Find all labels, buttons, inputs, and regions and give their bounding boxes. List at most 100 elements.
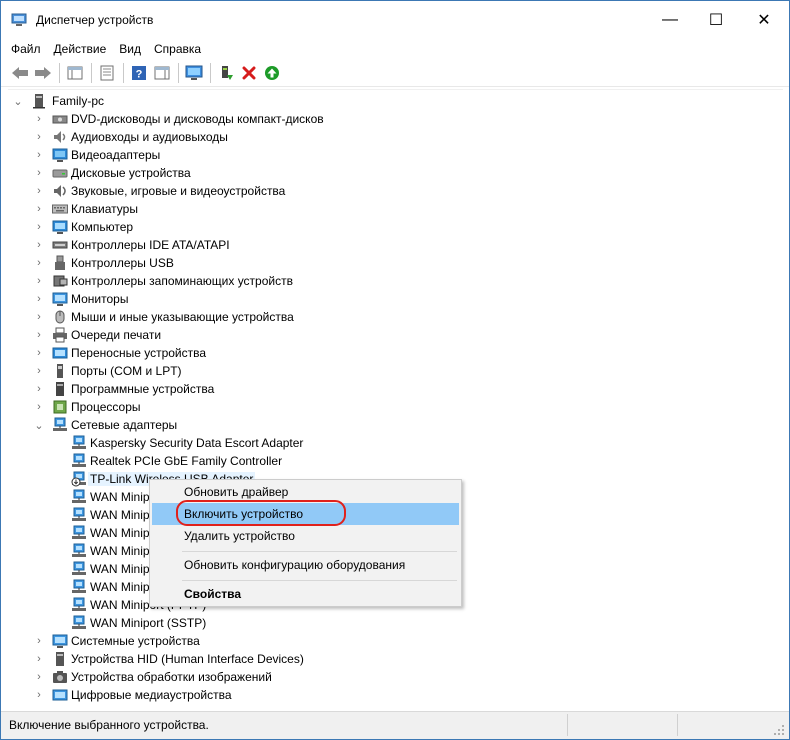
disable-device-button[interactable]: [238, 62, 260, 84]
expand-chevron-icon[interactable]: ›: [33, 326, 45, 344]
system-devices-icon: [52, 634, 68, 648]
minimize-button[interactable]: —: [647, 1, 693, 39]
expand-chevron-icon[interactable]: ›: [33, 290, 45, 308]
help-icon: ?: [132, 65, 146, 80]
tree-category-label: Цифровые медиаустройства: [71, 688, 232, 702]
tree-category-software-devices[interactable]: › Программные устройства: [8, 380, 408, 398]
tree-category-label: Устройства HID (Human Interface Devices): [71, 652, 304, 666]
expand-chevron-icon[interactable]: ›: [33, 236, 45, 254]
expand-chevron-icon[interactable]: ›: [33, 308, 45, 326]
scan-hardware-button[interactable]: [183, 62, 205, 84]
network-adapter-icon: [72, 507, 86, 521]
tree-category-keyboards[interactable]: › Клавиатуры: [8, 200, 408, 218]
tree-category-monitors[interactable]: › Мониторы: [8, 290, 408, 308]
menu-view[interactable]: Вид: [119, 42, 141, 56]
back-button[interactable]: [9, 62, 31, 84]
expand-chevron-icon[interactable]: ›: [33, 146, 45, 164]
toolbar-separator: [123, 62, 124, 83]
tree-category-label: Мыши и иные указывающие устройства: [71, 310, 294, 324]
tree-category-ports[interactable]: › Порты (COM и LPT): [8, 362, 408, 380]
tree-category-ide-controllers[interactable]: › Контроллеры IDE ATA/ATAPI: [8, 236, 408, 254]
tree-device-kaspersky-adapter[interactable]: Kaspersky Security Data Escort Adapter: [8, 434, 408, 452]
tree-category-computer[interactable]: › Компьютер: [8, 218, 408, 236]
tree-category-audio-io[interactable]: › Аудиовходы и аудиовыходы: [8, 128, 408, 146]
tree-device-label: WAN Miniport (SSTP): [90, 616, 207, 630]
collapse-chevron-icon[interactable]: ⌄: [12, 92, 24, 110]
keyboard-icon: [52, 204, 68, 214]
network-adapter-icon: [72, 561, 86, 575]
expand-chevron-icon[interactable]: ›: [33, 200, 45, 218]
tree-device-label: WAN Minip: [90, 508, 150, 522]
tree-category-label: Клавиатуры: [71, 202, 138, 216]
tree-category-portable-devices[interactable]: › Переносные устройства: [8, 344, 408, 362]
context-menu-properties[interactable]: Свойства: [152, 583, 459, 605]
status-text: Включение выбранного устройства.: [9, 718, 209, 732]
toolbar-separator: [59, 62, 60, 83]
context-menu-scan-hardware[interactable]: Обновить конфигурацию оборудования: [152, 554, 459, 576]
tree-category-disk-drives[interactable]: › Дисковые устройства: [8, 164, 408, 182]
expand-chevron-icon[interactable]: ›: [33, 128, 45, 146]
properties-button[interactable]: [96, 62, 118, 84]
expand-chevron-icon[interactable]: ›: [33, 164, 45, 182]
expand-chevron-icon[interactable]: ›: [33, 632, 45, 650]
maximize-button[interactable]: ☐: [693, 1, 739, 39]
toolbar: ?: [1, 59, 789, 87]
tree-device-wan-miniport-sstp[interactable]: WAN Miniport (SSTP): [8, 614, 408, 632]
tree-category-imaging-devices[interactable]: › Устройства обработки изображений: [8, 668, 408, 686]
tree-device-realtek-controller[interactable]: Realtek PCIe GbE Family Controller: [8, 452, 408, 470]
context-menu-label: Обновить конфигурацию оборудования: [184, 558, 406, 572]
menu-help[interactable]: Справка: [154, 42, 201, 56]
update-driver-button[interactable]: [215, 62, 237, 84]
resize-grip-icon[interactable]: [773, 724, 785, 736]
tree-category-label: Системные устройства: [71, 634, 200, 648]
portable-device-icon: [52, 347, 68, 359]
disk-drive-icon: [52, 169, 68, 178]
expand-chevron-icon[interactable]: ›: [33, 110, 45, 128]
forward-button[interactable]: [32, 62, 54, 84]
tree-category-network-adapters[interactable]: ⌄ Сетевые адаптеры: [8, 416, 408, 434]
tree-category-sound-devices[interactable]: › Звуковые, игровые и видеоустройства: [8, 182, 408, 200]
tree-category-print-queues[interactable]: › Очереди печати: [8, 326, 408, 344]
back-icon: [12, 66, 28, 79]
tree-root[interactable]: ⌄ Family-pc: [8, 92, 208, 110]
enable-device-button[interactable]: [261, 62, 283, 84]
context-menu-separator: [182, 580, 457, 581]
help-button[interactable]: ?: [128, 62, 150, 84]
dvd-drive-icon: [52, 115, 68, 124]
expand-chevron-icon[interactable]: ›: [33, 686, 45, 704]
media-device-icon: [52, 689, 68, 701]
console-tree-button[interactable]: [64, 62, 86, 84]
expand-chevron-icon[interactable]: ›: [33, 272, 45, 290]
expand-chevron-icon[interactable]: ›: [33, 254, 45, 272]
expand-chevron-icon[interactable]: ›: [33, 182, 45, 200]
tree-category-mice[interactable]: › Мыши и иные указывающие устройства: [8, 308, 408, 326]
tree-category-label: Порты (COM и LPT): [71, 364, 182, 378]
expand-chevron-icon[interactable]: ›: [33, 218, 45, 236]
tree-category-system-devices[interactable]: › Системные устройства: [8, 632, 408, 650]
menu-file[interactable]: Файл: [11, 42, 41, 56]
port-icon: [57, 364, 63, 378]
disable-device-icon: [242, 66, 256, 79]
tree-category-processors[interactable]: › Процессоры: [8, 398, 408, 416]
tree-category-usb-controllers[interactable]: › Контроллеры USB: [8, 254, 408, 272]
expand-chevron-icon[interactable]: ›: [33, 668, 45, 686]
tree-category-dvd[interactable]: › DVD-дисководы и дисководы компакт-диск…: [8, 110, 408, 128]
tree-category-hid-devices[interactable]: › Устройства HID (Human Interface Device…: [8, 650, 408, 668]
tree-category-storage-controllers[interactable]: › Контроллеры запоминающих устройств: [8, 272, 408, 290]
expand-chevron-icon[interactable]: ›: [33, 398, 45, 416]
action-pane-button[interactable]: [151, 62, 173, 84]
hid-device-icon: [56, 652, 64, 666]
tree-device-label: WAN Minip: [90, 526, 150, 540]
close-button[interactable]: ✕: [741, 1, 787, 39]
collapse-chevron-icon[interactable]: ⌄: [33, 416, 45, 434]
expand-chevron-icon[interactable]: ›: [33, 380, 45, 398]
tree-category-label: Процессоры: [71, 400, 141, 414]
tree-category-media-devices[interactable]: › Цифровые медиаустройства: [8, 686, 408, 704]
context-menu-uninstall-device[interactable]: Удалить устройство: [152, 525, 459, 547]
menu-action[interactable]: Действие: [54, 42, 107, 56]
expand-chevron-icon[interactable]: ›: [33, 362, 45, 380]
tree-category-video-adapters[interactable]: › Видеоадаптеры: [8, 146, 408, 164]
expand-chevron-icon[interactable]: ›: [33, 344, 45, 362]
context-menu-separator: [182, 551, 457, 552]
expand-chevron-icon[interactable]: ›: [33, 650, 45, 668]
